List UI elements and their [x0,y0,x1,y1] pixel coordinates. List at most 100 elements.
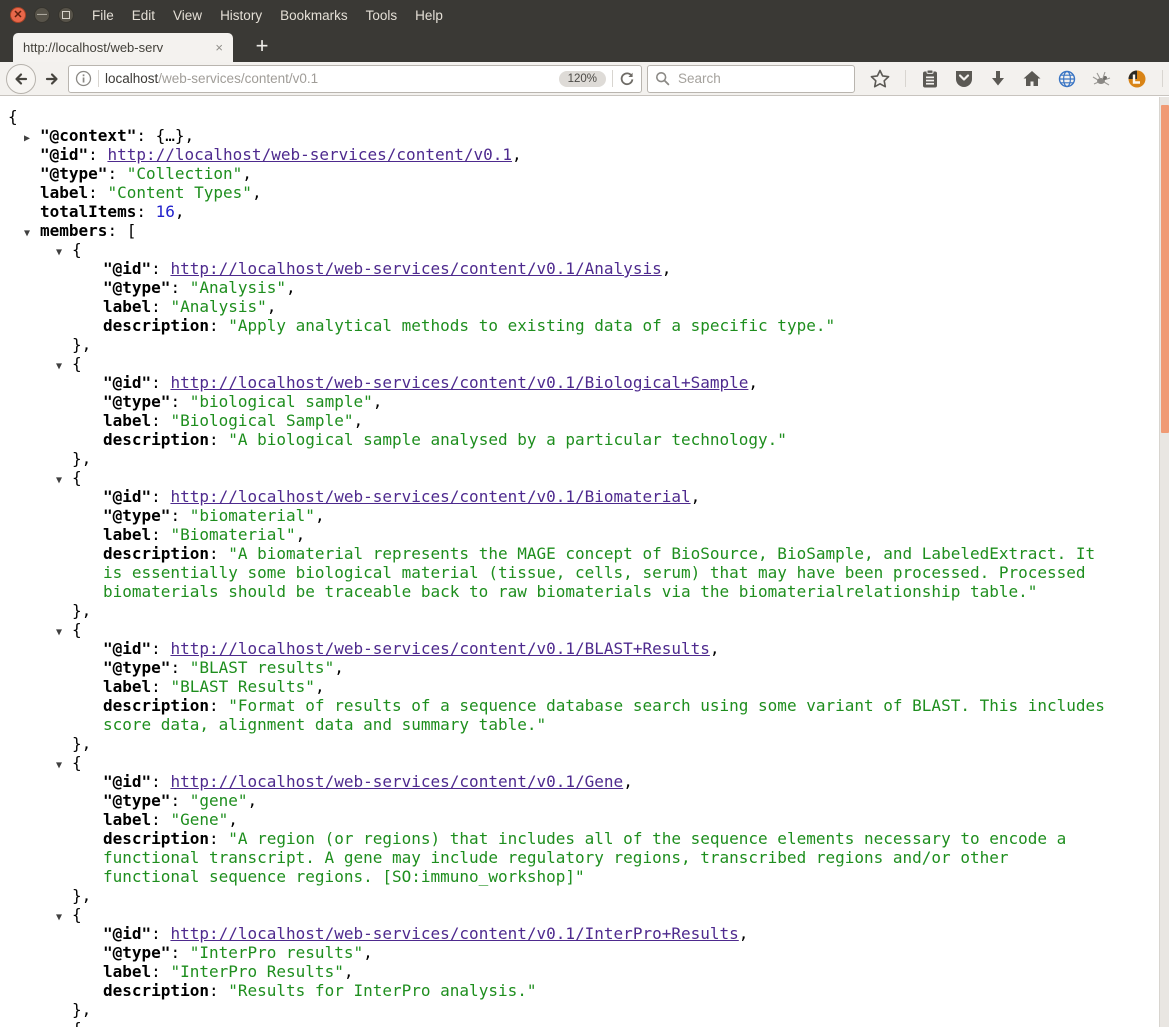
member-close-row: }, [72,1000,92,1019]
json-row-type: "@type": "Collection", [0,164,1105,183]
tab-close-icon[interactable]: × [215,40,223,55]
json-punct: : [151,487,171,506]
toolbar-divider2 [1162,70,1163,87]
json-punct: , [748,373,759,392]
member-id-link[interactable]: http://localhost/web-services/content/v0… [170,772,623,791]
member-open-row: ▼{ [0,753,1105,772]
search-input[interactable] [676,70,847,87]
json-key: "@id" [103,639,152,658]
menu-item-bookmarks[interactable]: Bookmarks [280,8,348,23]
zoom-level-badge[interactable]: 120% [558,70,606,87]
member-open-row: ▼{ [0,240,1105,259]
json-punct: : [151,373,171,392]
member-id-link[interactable]: http://localhost/web-services/content/v0… [170,924,738,943]
menu-item-tools[interactable]: Tools [366,8,398,23]
home-icon [1023,71,1041,86]
menu-item-view[interactable]: View [173,8,202,23]
json-string-value: "A biological sample analysed by a parti… [228,430,787,449]
json-punct: , [266,297,277,316]
menu-item-history[interactable]: History [220,8,262,23]
back-button[interactable] [6,63,36,94]
member-description-row: description: "Results for InterPro analy… [0,981,1105,1000]
member-description-row: description: "A region (or regions) that… [0,829,1105,886]
member-id-link[interactable]: http://localhost/web-services/content/v0… [170,487,690,506]
json-punct: : [136,202,156,221]
pocket-button[interactable] [954,69,974,88]
new-tab-button[interactable]: + [248,32,276,60]
json-key: "@id" [103,373,152,392]
member-id-link[interactable]: http://localhost/web-services/content/v0… [170,259,661,278]
json-key: label [103,297,152,316]
collapse-icon[interactable]: ▼ [56,1022,62,1027]
json-punct: , [228,810,238,829]
json-viewer: { ▶ "@context": {…}, "@id": http://localh… [0,96,1169,1027]
json-key: description [103,829,209,848]
reload-icon[interactable] [619,71,635,87]
json-string-value: "Content Types" [107,183,252,202]
forward-button[interactable] [41,68,63,90]
bookmark-star-button[interactable] [870,69,890,89]
download-button[interactable] [989,69,1007,88]
json-punct: : [170,791,190,810]
site-info-icon[interactable] [75,70,92,87]
member-label-row: label: "Biological Sample", [0,411,1105,430]
member-id-link[interactable]: http://localhost/web-services/content/v0… [170,373,748,392]
member-open-row: ▼{ [0,468,1105,487]
menu-item-help[interactable]: Help [415,8,443,23]
window-close-button[interactable]: ✕ [10,7,26,23]
json-key: label [103,677,152,696]
member-description-row: description: "A biological sample analys… [0,430,1105,449]
search-bar[interactable] [647,64,855,93]
url-text[interactable]: localhost/web-services/content/v0.1 [105,71,553,86]
tab-bar: http://localhost/web-serv × + [0,30,1169,62]
scrollbar-track[interactable] [1159,97,1169,1027]
json-punct: : [151,924,171,943]
member-description-row: description: "Apply analytical methods t… [0,316,1105,335]
window-maximize-button[interactable] [58,7,74,23]
navigation-toolbar: localhost/web-services/content/v0.1 120% [0,62,1169,96]
url-bar[interactable]: localhost/web-services/content/v0.1 120% [68,64,642,93]
scrollbar-thumb[interactable] [1161,105,1169,433]
json-number-value: 16 [155,202,175,221]
toolbar-divider [905,70,906,87]
member-type-row: "@type": "biomaterial", [0,506,1105,525]
json-key: "@context" [40,126,137,145]
json-key: label [103,810,152,829]
home-button[interactable] [1022,69,1042,88]
member-label-row: label: "Gene", [0,810,1105,829]
globe-icon [1058,70,1076,87]
json-string-value: "BLAST results" [189,658,335,677]
member-close-row: }, [72,335,92,354]
menu-item-file[interactable]: File [92,8,114,23]
json-punct: { [72,620,82,639]
member-id-row: "@id": http://localhost/web-services/con… [0,373,1105,392]
browser-tab[interactable]: http://localhost/web-serv × [13,33,233,62]
globe-button[interactable] [1057,69,1077,89]
json-id-link[interactable]: http://localhost/web-services/content/v0… [107,145,512,164]
json-punct: { [72,753,82,772]
json-punct: , [334,658,344,677]
json-punct: : [151,639,171,658]
json-row-context: ▶ "@context": {…}, [0,126,1105,145]
reading-list-button[interactable] [921,69,939,89]
member-open-row: ▼{ [0,620,1105,639]
browser-window: ✕ — File Edit View History Bookmarks Tools Hel… [0,0,1169,1027]
json-key: label [40,183,89,202]
json-punct: , [251,183,262,202]
search-icon [655,71,670,86]
json-key: "@type" [103,658,171,677]
json-punct: : [151,810,171,829]
member-id-link[interactable]: http://localhost/web-services/content/v0… [170,639,709,658]
json-punct: , [174,202,185,221]
extension-orange-button[interactable] [1127,69,1147,89]
json-key: totalItems [40,202,137,221]
window-minimize-button[interactable]: — [34,7,50,23]
json-punct: , [690,487,701,506]
json-punct: { [72,240,82,259]
json-string-value: "Results for InterPro analysis." [228,981,537,1000]
json-punct: : [151,259,171,278]
menu-item-edit[interactable]: Edit [132,8,155,23]
json-key: "@type" [103,392,171,411]
json-punct: , [709,639,720,658]
extension-spider-button[interactable] [1092,70,1112,88]
